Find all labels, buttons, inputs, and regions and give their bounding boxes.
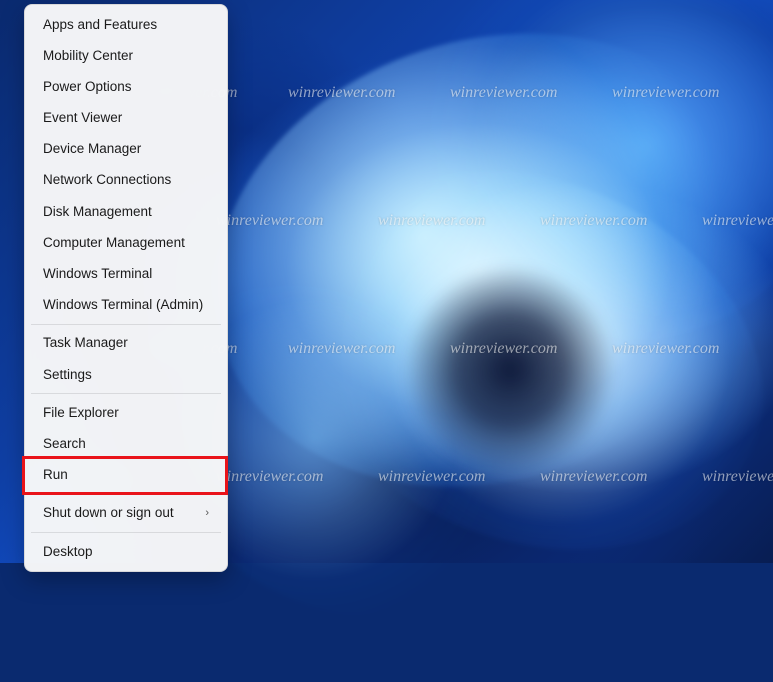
- winx-power-user-menu: Apps and Features Mobility Center Power Op…: [24, 4, 228, 572]
- menu-item-event-viewer[interactable]: Event Viewer: [29, 103, 223, 134]
- menu-item-label: Device Manager: [43, 141, 141, 157]
- menu-item-search[interactable]: Search: [29, 428, 223, 459]
- menu-separator: [31, 532, 221, 533]
- menu-item-label: Power Options: [43, 79, 132, 95]
- menu-item-windows-terminal[interactable]: Windows Terminal: [29, 259, 223, 290]
- menu-separator: [31, 494, 221, 495]
- menu-item-label: Settings: [43, 367, 92, 383]
- menu-item-label: File Explorer: [43, 405, 119, 421]
- menu-item-file-explorer[interactable]: File Explorer: [29, 397, 223, 428]
- menu-item-label: Windows Terminal (Admin): [43, 297, 203, 313]
- menu-item-disk-management[interactable]: Disk Management: [29, 196, 223, 227]
- menu-item-label: Search: [43, 436, 86, 452]
- menu-item-label: Desktop: [43, 544, 93, 560]
- menu-item-label: Network Connections: [43, 172, 171, 188]
- menu-item-network-connections[interactable]: Network Connections: [29, 165, 223, 196]
- menu-item-mobility-center[interactable]: Mobility Center: [29, 40, 223, 71]
- menu-separator: [31, 324, 221, 325]
- menu-item-label: Apps and Features: [43, 17, 157, 33]
- menu-item-label: Shut down or sign out: [43, 505, 174, 521]
- menu-item-computer-management[interactable]: Computer Management: [29, 227, 223, 258]
- menu-separator: [31, 393, 221, 394]
- menu-item-apps-and-features[interactable]: Apps and Features: [29, 9, 223, 40]
- menu-item-label: Event Viewer: [43, 110, 122, 126]
- menu-item-label: Disk Management: [43, 204, 152, 220]
- menu-item-label: Task Manager: [43, 335, 128, 351]
- menu-item-label: Mobility Center: [43, 48, 133, 64]
- menu-item-power-options[interactable]: Power Options: [29, 71, 223, 102]
- menu-item-label: Computer Management: [43, 235, 185, 251]
- menu-item-run[interactable]: Run: [29, 460, 223, 491]
- chevron-right-icon: ›: [205, 507, 209, 520]
- menu-item-shut-down-or-sign-out[interactable]: Shut down or sign out ›: [29, 498, 223, 529]
- menu-item-device-manager[interactable]: Device Manager: [29, 134, 223, 165]
- menu-item-label: Run: [43, 467, 68, 483]
- menu-item-settings[interactable]: Settings: [29, 359, 223, 390]
- menu-item-windows-terminal-admin[interactable]: Windows Terminal (Admin): [29, 290, 223, 321]
- menu-item-label: Windows Terminal: [43, 266, 152, 282]
- menu-item-task-manager[interactable]: Task Manager: [29, 328, 223, 359]
